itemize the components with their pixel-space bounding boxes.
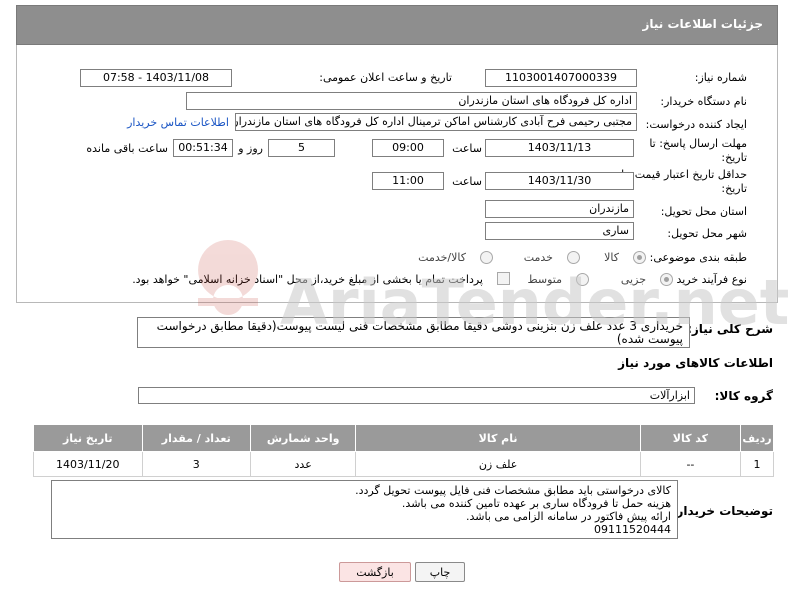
cell-row: 1: [740, 451, 774, 477]
col-code: کد کالا: [639, 424, 742, 452]
announce-field: 1403/11/08 - 07:58: [80, 69, 232, 87]
cell-code: --: [639, 451, 742, 477]
cell-date: 1403/11/20: [33, 451, 143, 477]
cell-name: علف زن: [355, 451, 641, 477]
deadline-time-label: ساعت: [452, 142, 482, 155]
col-qty: تعداد / مقدار: [141, 424, 251, 452]
validity-time-label: ساعت: [452, 175, 482, 188]
back-button[interactable]: بازگشت: [339, 562, 411, 582]
process-option-medium: متوسط: [527, 273, 562, 286]
buyer-org-field: اداره کل فرودگاه های استان مازندران: [186, 92, 637, 110]
col-row: ردیف: [740, 424, 774, 452]
buyer-note-line: ارائه پیش فاکتور در سامانه الزامی می باش…: [466, 510, 671, 523]
category-label: طبقه بندی موضوعی:: [649, 251, 747, 264]
category-radio-goods-service[interactable]: [480, 251, 493, 264]
col-date: تاریخ نیاز: [33, 424, 143, 452]
deadline-label-date: تاریخ:: [721, 151, 747, 164]
process-radio-medium[interactable]: [576, 273, 589, 286]
deadline-date-field: 1403/11/13: [485, 139, 634, 157]
category-option-goods-service: کالا/خدمت: [418, 251, 466, 264]
process-label: نوع فرآیند خرید :: [669, 273, 747, 286]
time-remaining-label: ساعت باقی مانده: [86, 142, 168, 155]
buyer-notes-label: توضیحات خریدار:: [671, 504, 773, 518]
col-unit: واحد شمارش: [249, 424, 357, 452]
process-option-minor: جزیی: [620, 273, 646, 286]
validity-label: حداقل تاریخ اعتبار قیمت: تا: [621, 168, 747, 181]
goods-section-title: اطلاعات کالاهای مورد نیاز: [618, 356, 773, 370]
days-label: روز و: [238, 142, 263, 155]
goods-table: ردیف کد کالا نام کالا واحد شمارش تعداد /…: [33, 424, 774, 477]
treasury-payment-text: پرداخت تمام یا بخشی از مبلغ خرید،از محل …: [132, 273, 483, 286]
process-radio-minor[interactable]: [660, 273, 673, 286]
validity-date-field: 1403/11/30: [485, 172, 634, 190]
need-number-field: 1103001407000339: [485, 69, 637, 87]
category-radio-service[interactable]: [567, 251, 580, 264]
requester-label: ایجاد کننده درخواست:: [645, 118, 747, 131]
city-field: ساری: [485, 222, 634, 240]
cell-qty: 3: [141, 451, 251, 477]
days-remaining-field: 5: [268, 139, 335, 157]
province-label: استان محل تحویل:: [660, 205, 747, 218]
page-title: جزئیات اطلاعات نیاز: [642, 17, 763, 31]
validity-label-date: تاریخ:: [721, 182, 747, 195]
category-radio-goods[interactable]: [633, 251, 646, 264]
need-number-label: شماره نیاز:: [694, 71, 747, 84]
cell-unit: عدد: [249, 451, 357, 477]
category-option-service: خدمت: [523, 251, 553, 264]
requester-field: مجتبی رحیمی فرح آبادی کارشناس اماکن ترمی…: [235, 113, 637, 131]
contact-buyer-link[interactable]: اطلاعات تماس خریدار: [127, 116, 229, 129]
category-option-goods: کالا: [604, 251, 619, 264]
table-row: 1 -- علف زن عدد 3 1403/11/20: [33, 451, 774, 477]
goods-group-label: گروه کالا:: [714, 389, 773, 403]
deadline-label: مهلت ارسال پاسخ: تا: [649, 137, 747, 150]
deadline-time-field: 09:00: [372, 139, 444, 157]
buyer-notes-box: کالای درخواستی باید مطابق مشخصات فنی فای…: [51, 480, 678, 539]
description-label: شرح کلی نیاز:: [687, 322, 773, 336]
col-name: نام کالا: [355, 424, 641, 452]
goods-group-field: ابزارآلات: [138, 387, 695, 404]
validity-time-field: 11:00: [372, 172, 444, 190]
province-field: مازندران: [485, 200, 634, 218]
announce-label: تاریخ و ساعت اعلان عمومی:: [319, 71, 452, 84]
city-label: شهر محل تحویل:: [667, 227, 747, 240]
buyer-note-phone: 09111520444: [594, 523, 671, 536]
print-button[interactable]: چاپ: [415, 562, 465, 582]
time-remaining-field: 00:51:34: [173, 139, 233, 157]
header-bar: جزئیات اطلاعات نیاز: [16, 5, 778, 45]
buyer-note-line: کالای درخواستی باید مطابق مشخصات فنی فای…: [355, 484, 671, 497]
description-textarea: خریداری 3 عدد علف زن بنزینی دوشی دقیقا م…: [137, 317, 690, 348]
buyer-note-line: هزینه حمل تا فرودگاه ساری بر عهده تامین …: [401, 497, 671, 510]
treasury-payment-checkbox[interactable]: [497, 272, 510, 285]
buyer-org-label: نام دستگاه خریدار:: [660, 95, 747, 108]
